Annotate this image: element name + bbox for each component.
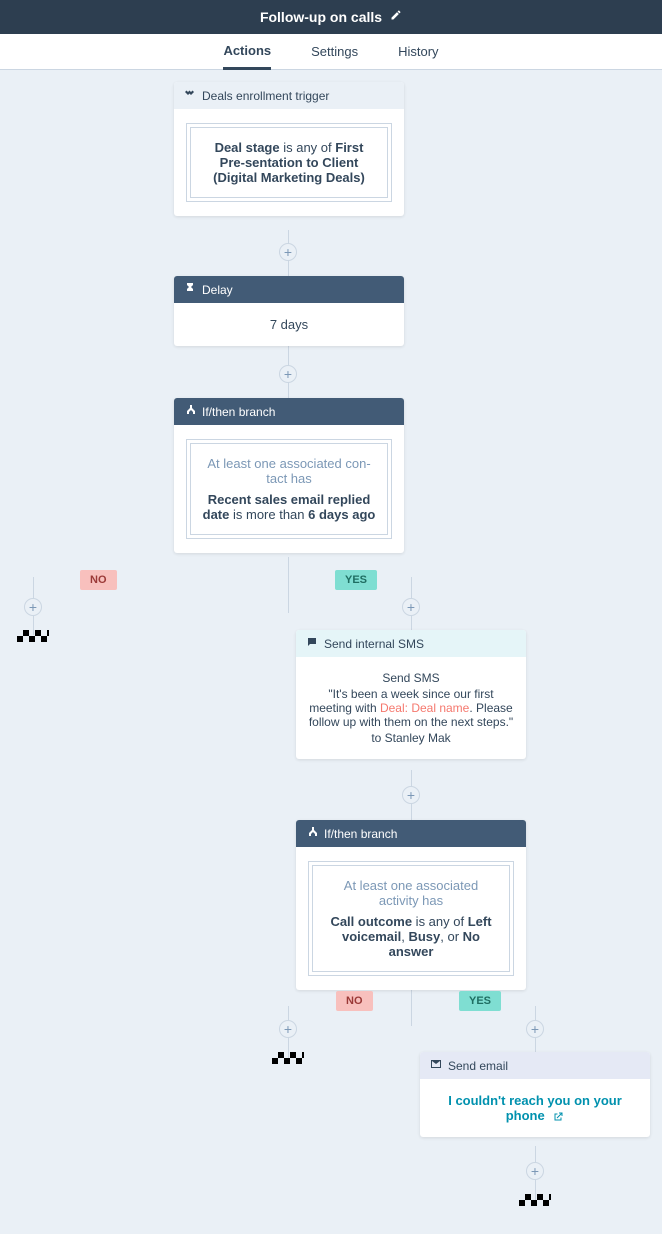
- add-action-button[interactable]: +: [526, 1162, 544, 1180]
- criteria-frame: At least one associated activity has Cal…: [308, 861, 514, 976]
- branch-yes-badge: YES: [459, 991, 501, 1011]
- add-action-button[interactable]: +: [402, 786, 420, 804]
- card-title: Deals enrollment trigger: [202, 89, 329, 103]
- email-template-link[interactable]: I couldn't reach you on your phone: [448, 1093, 622, 1123]
- card-header: If/then branch: [174, 398, 404, 425]
- delay-card[interactable]: Delay 7 days: [174, 276, 404, 346]
- branch-no-badge: NO: [336, 991, 373, 1011]
- card-header: Deals enrollment trigger: [174, 82, 404, 109]
- card-title: Delay: [202, 283, 233, 297]
- deal-token: Deal: Deal name: [380, 701, 469, 715]
- card-header: Send email: [420, 1052, 650, 1079]
- enrollment-trigger-card[interactable]: Deals enrollment trigger Deal stage is a…: [174, 82, 404, 216]
- path-end-icon: [17, 630, 49, 642]
- add-action-button[interactable]: +: [24, 598, 42, 616]
- tab-settings[interactable]: Settings: [311, 34, 358, 70]
- criteria-frame: Deal stage is any of First Pre-sentation…: [186, 123, 392, 202]
- add-action-button[interactable]: +: [279, 1020, 297, 1038]
- email-icon: [430, 1058, 442, 1073]
- add-action-button[interactable]: +: [279, 365, 297, 383]
- path-end-icon: [519, 1194, 551, 1206]
- workflow-title: Follow-up on calls: [260, 9, 382, 25]
- workflow-canvas[interactable]: Deals enrollment trigger Deal stage is a…: [0, 70, 662, 1234]
- hourglass-icon: [184, 282, 196, 297]
- send-email-card[interactable]: Send email I couldn't reach you on your …: [420, 1052, 650, 1137]
- ifthen-branch-card[interactable]: If/then branch At least one associated a…: [296, 820, 526, 990]
- branch-no-badge: NO: [80, 570, 117, 590]
- card-title: Send internal SMS: [324, 637, 424, 651]
- send-sms-card[interactable]: Send internal SMS Send SMS "It's been a …: [296, 630, 526, 759]
- tab-history[interactable]: History: [398, 34, 438, 70]
- path-end-icon: [272, 1052, 304, 1064]
- ifthen-branch-card[interactable]: If/then branch At least one associated c…: [174, 398, 404, 553]
- card-title: If/then branch: [202, 405, 275, 419]
- delay-value: 7 days: [174, 303, 404, 346]
- tab-bar: Actions Settings History: [0, 34, 662, 70]
- sms-icon: [306, 636, 318, 651]
- external-link-icon: [552, 1111, 564, 1123]
- criteria-frame: At least one associated con-tact has Rec…: [186, 439, 392, 539]
- branch-icon: [184, 404, 196, 419]
- handshake-icon: [184, 88, 196, 103]
- top-bar: Follow-up on calls: [0, 0, 662, 34]
- card-header: Send internal SMS: [296, 630, 526, 657]
- add-action-button[interactable]: +: [279, 243, 297, 261]
- add-action-button[interactable]: +: [526, 1020, 544, 1038]
- card-title: Send email: [448, 1059, 508, 1073]
- sms-title: Send SMS: [308, 671, 514, 685]
- edit-icon[interactable]: [390, 8, 402, 26]
- card-header: Delay: [174, 276, 404, 303]
- card-title: If/then branch: [324, 827, 397, 841]
- branch-icon: [306, 826, 318, 841]
- connector-line: [288, 557, 289, 613]
- branch-yes-badge: YES: [335, 570, 377, 590]
- tab-actions[interactable]: Actions: [223, 34, 271, 70]
- add-action-button[interactable]: +: [402, 598, 420, 616]
- card-header: If/then branch: [296, 820, 526, 847]
